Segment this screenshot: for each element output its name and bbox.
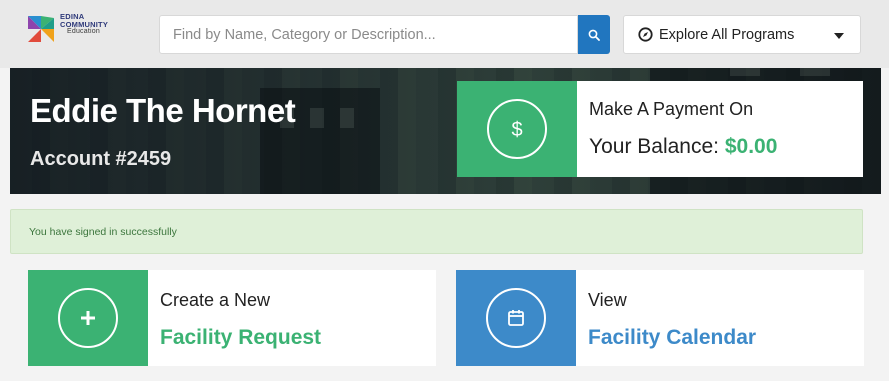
balance-amount: $0.00: [724, 135, 778, 158]
create-card-line-2: Facility Request: [160, 326, 322, 349]
plus-icon: [58, 288, 118, 348]
background-window: [340, 108, 354, 128]
make-payment-card[interactable]: $ Make A Payment On Your Balance: $0.00: [457, 81, 863, 177]
background-window: [730, 68, 760, 76]
search-button[interactable]: [578, 15, 610, 54]
balance-line: Your Balance: $0.00: [589, 135, 777, 159]
top-header: EDINA COMMUNITY Education Explore All Pr…: [0, 0, 889, 68]
logo-text: EDINA COMMUNITY Education: [60, 13, 108, 36]
background-window: [310, 108, 324, 128]
explore-label: Explore All Programs: [659, 27, 795, 43]
success-alert: You have signed in successfully: [10, 209, 863, 254]
search-box: [159, 15, 578, 54]
create-card-line-1: Create a New: [160, 290, 271, 310]
explore-programs-dropdown[interactable]: Explore All Programs: [623, 15, 861, 54]
create-facility-request-card[interactable]: Create a New Facility Request: [28, 270, 436, 366]
account-holder-name: Eddie The Hornet: [30, 92, 296, 129]
alert-message: You have signed in successfully: [29, 226, 177, 238]
view-facility-calendar-card[interactable]: View Facility Calendar: [456, 270, 864, 366]
logo-line-2: COMMUNITY: [60, 19, 109, 29]
background-window: [800, 68, 830, 76]
account-number: Account #2459: [30, 148, 172, 170]
pinwheel-logo-icon: [28, 16, 54, 42]
payment-title: Make A Payment On: [589, 99, 754, 119]
calendar-icon: [486, 288, 546, 348]
search-icon: [588, 29, 600, 41]
create-icon-block: [28, 270, 148, 366]
svg-text:$: $: [511, 119, 522, 141]
search-input[interactable]: [160, 16, 577, 53]
balance-label: Your Balance:: [589, 135, 719, 158]
view-card-line-1: View: [588, 290, 627, 310]
payment-icon-block: $: [457, 81, 577, 177]
chevron-down-icon: [834, 33, 844, 39]
dollar-icon: $: [487, 99, 547, 159]
edina-logo[interactable]: EDINA COMMUNITY Education: [24, 12, 124, 52]
view-card-line-2: Facility Calendar: [588, 326, 757, 349]
view-icon-block: [456, 270, 576, 366]
compass-icon: [638, 27, 653, 42]
logo-line-3: Education: [67, 28, 100, 35]
